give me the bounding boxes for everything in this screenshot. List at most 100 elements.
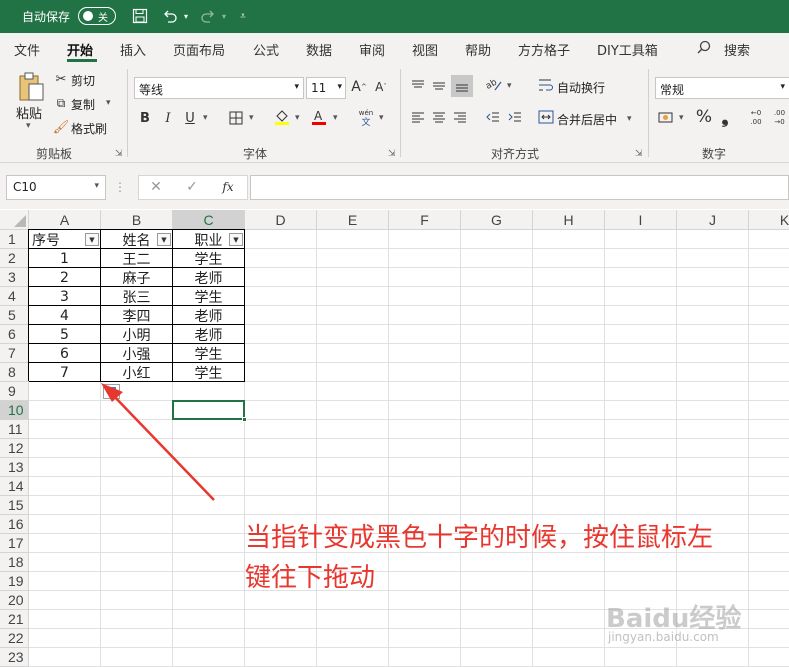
column-header-j[interactable]: J (677, 210, 749, 230)
table-cell[interactable]: 7 (29, 363, 100, 382)
paste-icon[interactable] (16, 71, 46, 103)
wrap-text-button[interactable]: 自动换行 (557, 79, 605, 96)
autosave-toggle[interactable]: 关 (78, 7, 116, 25)
format-painter-icon[interactable]: 🖌 (53, 119, 70, 135)
align-center-icon[interactable] (430, 109, 448, 127)
row-header[interactable]: 9 (0, 382, 29, 401)
wrap-text-icon[interactable] (538, 77, 554, 93)
phonetic-icon[interactable]: wén 文 (356, 107, 376, 129)
row-header[interactable]: 16 (0, 515, 29, 534)
table-cell[interactable]: 张三 (101, 287, 172, 306)
table-cell[interactable]: 学生 (173, 249, 244, 268)
tab-file[interactable]: 文件 (14, 40, 40, 59)
align-right-icon[interactable] (451, 109, 469, 127)
number-format-select[interactable]: 常规 ▾ (655, 77, 789, 99)
table-cell[interactable]: 小强 (101, 344, 172, 363)
row-header[interactable]: 6 (0, 325, 29, 344)
table-cell[interactable]: 麻子 (101, 268, 172, 287)
row-header[interactable]: 12 (0, 439, 29, 458)
tab-insert[interactable]: 插入 (120, 40, 146, 59)
align-left-icon[interactable] (409, 109, 427, 127)
row-header[interactable]: 4 (0, 287, 29, 306)
filter-dropdown-icon[interactable]: ▼ (229, 233, 243, 246)
row-header[interactable]: 13 (0, 458, 29, 477)
paste-button[interactable]: 粘贴 (16, 103, 42, 122)
row-header[interactable]: 18 (0, 553, 29, 572)
table-cell[interactable]: 老师 (173, 268, 244, 287)
row-header[interactable]: 15 (0, 496, 29, 515)
table-cell[interactable]: 老师 (173, 306, 244, 325)
underline-button[interactable]: U (183, 109, 197, 127)
column-header-e[interactable]: E (317, 210, 389, 230)
table-cell[interactable]: 2 (29, 268, 100, 287)
font-name-select[interactable]: 等线 ▾ (134, 77, 304, 99)
tab-fangfang[interactable]: 方方格子 (518, 40, 570, 59)
column-header-i[interactable]: I (605, 210, 677, 230)
row-header[interactable]: 11 (0, 420, 29, 439)
filter-dropdown-icon[interactable]: ▼ (85, 233, 99, 246)
align-bottom-icon[interactable] (451, 75, 473, 97)
filter-dropdown-icon[interactable]: ▼ (157, 233, 171, 246)
row-header[interactable]: 19 (0, 572, 29, 591)
copy-icon[interactable]: ⧉ (54, 95, 68, 111)
save-icon[interactable] (130, 6, 150, 26)
customize-toolbar-icon[interactable]: ⩡ (236, 6, 250, 26)
redo-dropdown-icon[interactable]: ▾ (219, 6, 229, 26)
row-header[interactable]: 21 (0, 610, 29, 629)
row-header[interactable]: 8 (0, 363, 29, 382)
tab-view[interactable]: 视图 (412, 40, 438, 59)
table-cell[interactable]: 6 (29, 344, 100, 363)
fill-color-dropdown-icon[interactable]: ▾ (295, 113, 300, 123)
column-header-d[interactable]: D (245, 210, 317, 230)
row-header[interactable]: 3 (0, 268, 29, 287)
table-cell[interactable]: 4 (29, 306, 100, 325)
comma-style-icon[interactable]: ❟ (718, 107, 732, 128)
column-header-k[interactable]: K (749, 210, 789, 230)
decrease-font-icon[interactable]: Aˇ (372, 77, 390, 97)
borders-dropdown-icon[interactable]: ▾ (249, 113, 254, 123)
decrease-decimal-icon[interactable]: .00 →0 (770, 107, 789, 129)
cancel-icon[interactable]: ✕ (148, 179, 164, 195)
row-header[interactable]: 14 (0, 477, 29, 496)
italic-button[interactable]: I (161, 109, 175, 127)
table-cell[interactable]: 1 (29, 249, 100, 268)
phonetic-dropdown-icon[interactable]: ▾ (379, 113, 384, 123)
tab-search[interactable]: 搜索 (724, 40, 750, 59)
selected-cell[interactable] (172, 400, 245, 420)
merge-center-icon[interactable] (538, 109, 554, 125)
font-launcher-icon[interactable]: ⇲ (388, 149, 396, 159)
tab-formulas[interactable]: 公式 (253, 40, 279, 59)
tab-review[interactable]: 审阅 (359, 40, 385, 59)
orientation-icon[interactable]: ab (484, 75, 504, 95)
column-header-h[interactable]: H (533, 210, 605, 230)
row-header[interactable]: 10 (0, 401, 29, 420)
copy-button[interactable]: 复制 (71, 96, 95, 113)
increase-font-icon[interactable]: A ^ (350, 77, 368, 97)
name-box[interactable]: C10 ▾ (6, 175, 106, 200)
table-cell[interactable]: 学生 (173, 287, 244, 306)
select-all-corner[interactable] (0, 210, 29, 230)
format-painter-button[interactable]: 格式刷 (71, 120, 107, 137)
table-cell[interactable]: 3 (29, 287, 100, 306)
column-header-g[interactable]: G (461, 210, 533, 230)
row-header[interactable]: 7 (0, 344, 29, 363)
formula-input[interactable] (250, 175, 789, 200)
row-header[interactable]: 17 (0, 534, 29, 553)
row-header[interactable]: 20 (0, 591, 29, 610)
increase-decimal-icon[interactable]: ←0.00 (746, 107, 766, 129)
auto-fill-options-icon[interactable] (103, 384, 120, 399)
table-cell[interactable]: 王二 (101, 249, 172, 268)
paste-dropdown-icon[interactable]: ▾ (26, 121, 31, 131)
font-size-select[interactable]: 11 ▾ (306, 77, 346, 99)
cut-icon[interactable]: ✂ (54, 71, 68, 87)
tab-data[interactable]: 数据 (306, 40, 332, 59)
row-header[interactable]: 1 (0, 230, 29, 249)
tab-home[interactable]: 开始 (67, 40, 93, 59)
font-color-icon[interactable]: A (310, 107, 328, 127)
enter-icon[interactable]: ✓ (184, 179, 200, 195)
fill-handle[interactable] (242, 417, 247, 422)
font-color-dropdown-icon[interactable]: ▾ (333, 113, 338, 123)
table-cell[interactable]: 5 (29, 325, 100, 344)
merge-dropdown-icon[interactable]: ▾ (627, 114, 632, 124)
align-top-icon[interactable] (409, 77, 427, 95)
